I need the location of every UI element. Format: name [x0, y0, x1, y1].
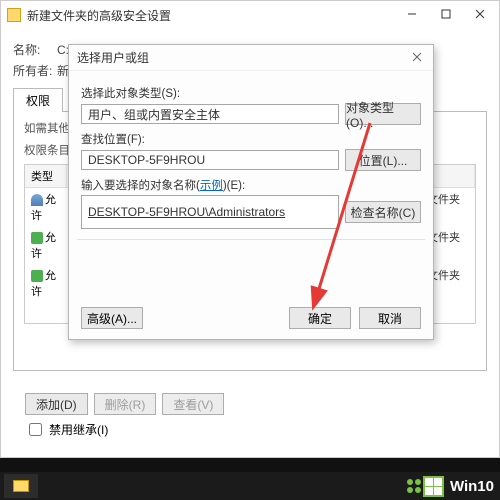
advanced-button[interactable]: 高级(A)... — [81, 307, 143, 329]
locations-button[interactable]: 位置(L)... — [345, 149, 421, 171]
name-label: 名称: — [13, 41, 57, 58]
owner-label: 所有者: — [13, 62, 57, 79]
check-names-button[interactable]: 检查名称(C) — [345, 201, 421, 223]
object-type-field[interactable] — [81, 104, 339, 124]
close-button[interactable] — [463, 3, 497, 25]
tab-permissions[interactable]: 权限 — [13, 88, 63, 112]
folder-icon — [7, 8, 21, 22]
maximize-button[interactable] — [429, 3, 463, 25]
col-type[interactable]: 类型 — [25, 165, 67, 187]
ok-button[interactable]: 确定 — [289, 307, 351, 329]
location-field[interactable] — [81, 150, 339, 170]
cancel-button[interactable]: 取消 — [359, 307, 421, 329]
dialog-close-button[interactable] — [405, 48, 429, 66]
example-link[interactable]: 示例 — [200, 180, 223, 192]
watermark-logo-icon — [407, 476, 444, 497]
location-label: 查找位置(F): — [81, 131, 421, 147]
dialog-title: 选择用户或组 — [77, 49, 149, 66]
object-types-button[interactable]: 对象类型(O)... — [345, 103, 421, 125]
window-title-bar: 新建文件夹的高级安全设置 — [1, 1, 499, 29]
taskbar-shadow — [0, 458, 500, 472]
taskbar-explorer[interactable] — [4, 474, 38, 498]
disable-inherit-checkbox[interactable] — [29, 423, 42, 436]
window-title: 新建文件夹的高级安全设置 — [27, 7, 171, 24]
remove-button[interactable]: 删除(R) — [94, 393, 157, 415]
select-user-group-dialog: 选择用户或组 选择此对象类型(S): 对象类型(O)... 查找位置(F): 位… — [68, 44, 434, 340]
watermark: Win10 — [407, 472, 494, 500]
group-icon — [31, 232, 43, 244]
view-button[interactable]: 查看(V) — [162, 393, 224, 415]
taskbar: Win10 — [0, 472, 500, 500]
watermark-text: Win10 — [450, 478, 494, 495]
add-button[interactable]: 添加(D) — [25, 393, 88, 415]
user-icon — [31, 194, 43, 206]
object-names-field[interactable] — [81, 195, 339, 229]
folder-icon — [13, 480, 29, 492]
minimize-button[interactable] — [395, 3, 429, 25]
object-names-label: 输入要选择的对象名称(示例)(E): — [81, 177, 421, 193]
disable-inherit-label: 禁用继承(I) — [49, 421, 108, 438]
group-icon — [31, 270, 43, 282]
